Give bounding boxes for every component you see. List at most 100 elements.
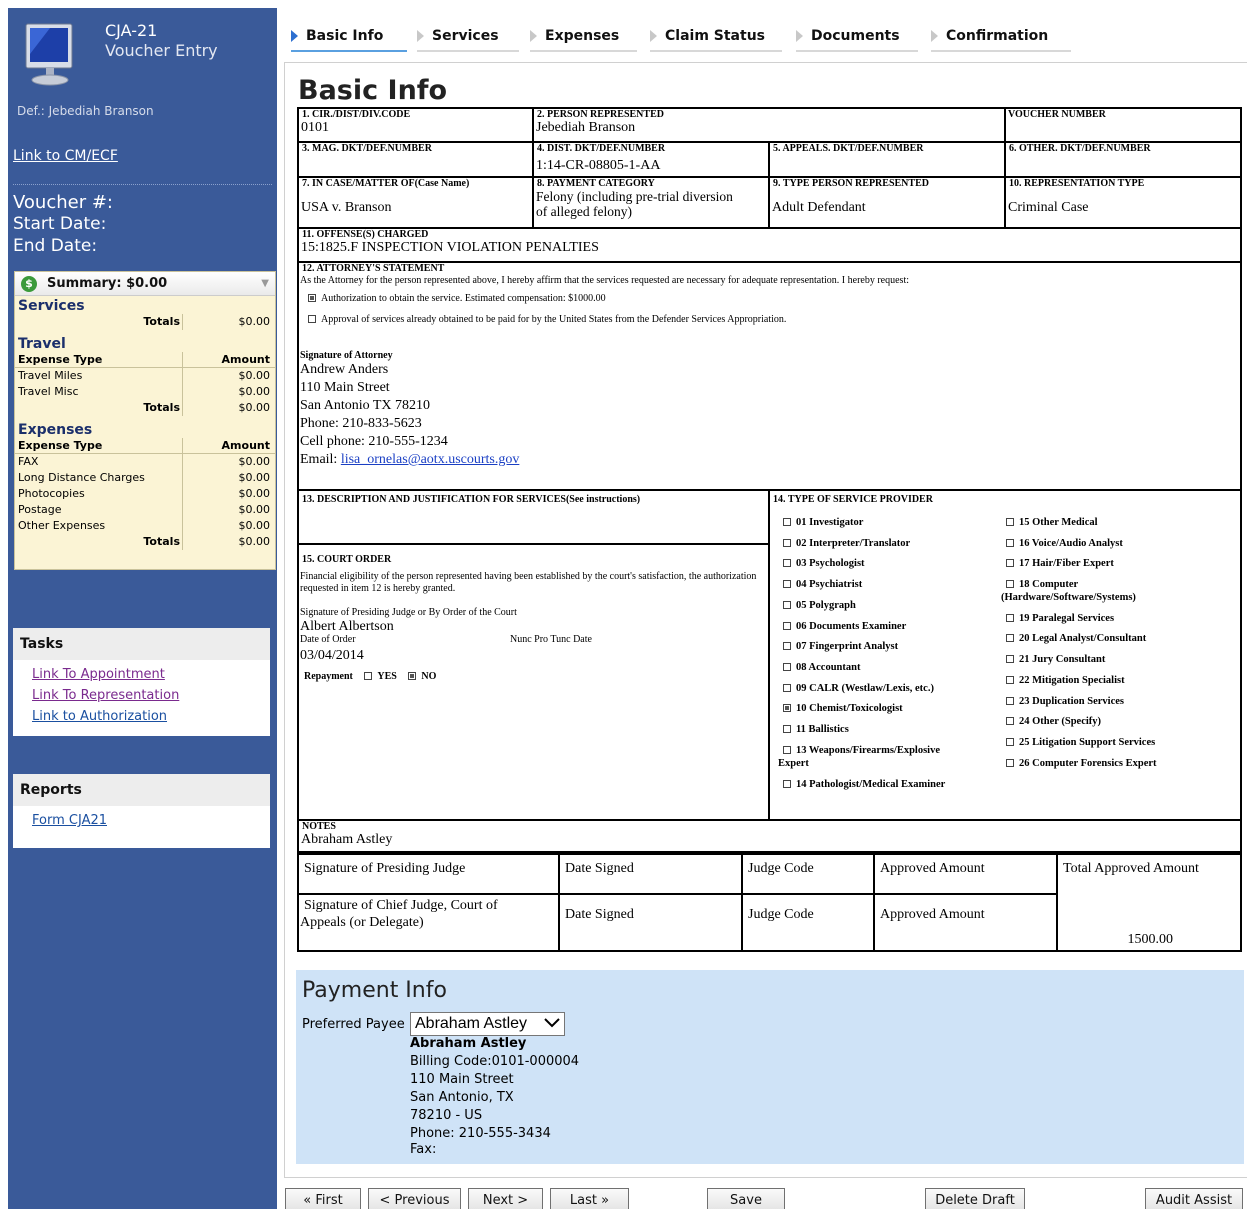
provider-option: 21 Jury Consultant: [1006, 653, 1105, 666]
attorney-email-link[interactable]: lisa_ornelas@aotx.uscourts.gov: [341, 452, 520, 467]
start-date-label: Start Date:: [13, 214, 107, 234]
field-9-type-person: 9. TYPE PERSON REPRESENTED Adult Defendan…: [769, 177, 1005, 228]
provider-option: 14 Pathologist/Medical Examiner: [783, 778, 945, 791]
field-4-dist-dkt: 4. DIST. DKT/DEF.NUMBER 1:14-CR-08805-1-A…: [533, 142, 769, 177]
link-to-representation[interactable]: Link To Representation: [13, 685, 270, 706]
date-signed-2: Date Signed: [559, 894, 742, 951]
triangle-right-icon: [291, 30, 298, 42]
payee-name: Abraham Astley: [410, 1036, 527, 1051]
expense-row: Postage $0.00: [15, 502, 275, 518]
provider-option: 11 Ballistics: [783, 723, 849, 736]
payee-zip: 78210 - US: [410, 1108, 483, 1123]
expense-row: FAX $0.00: [15, 454, 275, 470]
page-title: Basic Info: [298, 75, 448, 106]
provider-option: 07 Fingerprint Analyst: [783, 640, 898, 653]
provider-option: 26 Computer Forensics Expert: [1006, 757, 1157, 770]
provider-option-checked: 10 Chemist/Toxicologist: [783, 702, 903, 715]
tab-basic-info[interactable]: Basic Info: [291, 26, 407, 52]
checkbox-checked-icon[interactable]: [308, 293, 316, 302]
monitor-icon: [20, 18, 80, 88]
next-button[interactable]: Next >: [468, 1188, 543, 1209]
field-15-court-order: 15. COURT ORDER Financial eligibility of…: [298, 544, 769, 820]
travel-title: Travel: [18, 336, 66, 352]
date-signed-1: Date Signed: [559, 854, 742, 894]
authorization-option: Authorization to obtain the service. Est…: [299, 293, 1240, 305]
provider-option: 17 Hair/Fiber Expert: [1006, 557, 1114, 570]
sig-chief-judge: Signature of Chief Judge, Court of Appea…: [298, 894, 559, 951]
payee-street: 110 Main Street: [410, 1072, 514, 1087]
provider-option: 25 Litigation Support Services: [1006, 736, 1155, 749]
provider-option: 19 Paralegal Services: [1006, 612, 1114, 625]
field-13-description: 13. DESCRIPTION AND JUSTIFICATION FOR SE…: [298, 490, 769, 544]
provider-option: 09 CALR (Westlaw/Lexis, etc.): [783, 682, 934, 695]
delete-draft-button[interactable]: Delete Draft: [925, 1188, 1025, 1209]
provider-option: 20 Legal Analyst/Consultant: [1006, 632, 1146, 645]
audit-assist-button[interactable]: Audit Assist: [1145, 1188, 1243, 1209]
last-button[interactable]: Last »: [550, 1188, 629, 1209]
triangle-right-icon: [417, 30, 424, 42]
triangle-right-icon: [796, 30, 803, 42]
payment-title: Payment Info: [302, 978, 447, 1003]
summary-title: Summary: $0.00: [47, 276, 168, 291]
expenses-title: Expenses: [18, 422, 93, 438]
field-8-payment-category: 8. PAYMENT CATEGORY Felony (including pr…: [533, 177, 769, 228]
payee-fax: Fax:: [410, 1142, 437, 1157]
checkbox-icon[interactable]: [308, 314, 316, 323]
field-voucher-number: VOUCHER NUMBER: [1005, 108, 1241, 142]
dollar-icon: $: [21, 275, 37, 292]
previous-button[interactable]: < Previous: [368, 1188, 461, 1209]
tab-expenses[interactable]: Expenses: [530, 26, 637, 52]
payee-select[interactable]: Abraham Astley: [410, 1012, 565, 1036]
link-cmecf[interactable]: Link to CM/ECF: [13, 148, 118, 164]
provider-option: 15 Other Medical: [1006, 516, 1098, 529]
checkbox-icon[interactable]: [364, 671, 373, 680]
judge-code-2: Judge Code: [742, 894, 874, 951]
end-date-label: End Date:: [13, 236, 98, 256]
summary-panel: $ Summary: $0.00 ▼ Services Totals $0.00 …: [14, 271, 276, 570]
tab-confirmation[interactable]: Confirmation: [931, 26, 1071, 52]
link-to-appointment[interactable]: Link To Appointment: [13, 664, 270, 685]
field-7-case-name: 7. IN CASE/MATTER OF(Case Name) USA v. Br…: [298, 177, 533, 228]
payment-info-panel: Payment Info Preferred Payee Abraham Ast…: [296, 970, 1244, 1164]
payee-label: Preferred Payee: [302, 1017, 405, 1032]
services-title: Services: [18, 298, 85, 314]
tab-documents[interactable]: Documents: [796, 26, 918, 52]
summary-header[interactable]: $ Summary: $0.00 ▼: [15, 272, 275, 296]
reports-title: Reports: [13, 774, 270, 806]
first-button[interactable]: « First: [285, 1188, 361, 1209]
sidebar-divider: [13, 184, 272, 185]
provider-option: 06 Documents Examiner: [783, 620, 906, 633]
defendant-name: Def.: Jebediah Branson: [17, 104, 154, 118]
travel-totals-row: Totals $0.00: [15, 400, 275, 416]
save-button[interactable]: Save: [707, 1188, 785, 1209]
field-3-mag-dkt: 3. MAG. DKT/DEF.NUMBER: [298, 142, 533, 177]
approved-amount-1: Approved Amount: [874, 854, 1057, 894]
provider-option: 18 Computer (Hardware/Software/Systems): [1001, 579, 1136, 603]
field-6-other-dkt: 6. OTHER. DKT/DEF.NUMBER: [1005, 142, 1241, 177]
judge-code-1: Judge Code: [742, 854, 874, 894]
checkbox-checked-icon[interactable]: [783, 703, 791, 712]
link-to-authorization[interactable]: Link to Authorization: [13, 706, 270, 727]
provider-option: 16 Voice/Audio Analyst: [1006, 537, 1123, 550]
sig-presiding-judge: Signature of Presiding Judge: [298, 854, 559, 894]
total-approved-amount: Total Approved Amount 1500.00: [1057, 854, 1241, 951]
field-5-appeals-dkt: 5. APPEALS. DKT/DEF.NUMBER: [769, 142, 1005, 177]
services-totals-row: Totals $0.00: [15, 314, 275, 330]
tab-services[interactable]: Services: [417, 26, 519, 52]
notes-field: NOTES Abraham Astley: [298, 820, 1241, 854]
payee-billing: Billing Code:0101-000004: [410, 1054, 580, 1069]
provider-option: 13 Weapons/Firearms/Explosive Expert: [778, 745, 940, 769]
repayment-row: Repayment YES NO: [304, 671, 437, 682]
reports-panel: Reports Form CJA21: [13, 774, 270, 848]
provider-option: 22 Mitigation Specialist: [1006, 674, 1125, 687]
triangle-right-icon: [931, 30, 938, 42]
payee-phone: Phone: 210-555-3434: [410, 1126, 551, 1141]
link-form-cja21[interactable]: Form CJA21: [13, 810, 270, 831]
checkbox-checked-icon[interactable]: [408, 671, 417, 680]
provider-option: 08 Accountant: [783, 661, 860, 674]
chevron-down-icon[interactable]: ▼: [261, 278, 269, 289]
approved-amount-2: Approved Amount: [874, 894, 1057, 951]
field-11-offense: 11. OFFENSE(S) CHARGED 15:1825.F INSPECTI…: [298, 228, 1241, 262]
tab-claim-status[interactable]: Claim Status: [650, 26, 782, 52]
expense-row: Photocopies $0.00: [15, 486, 275, 502]
